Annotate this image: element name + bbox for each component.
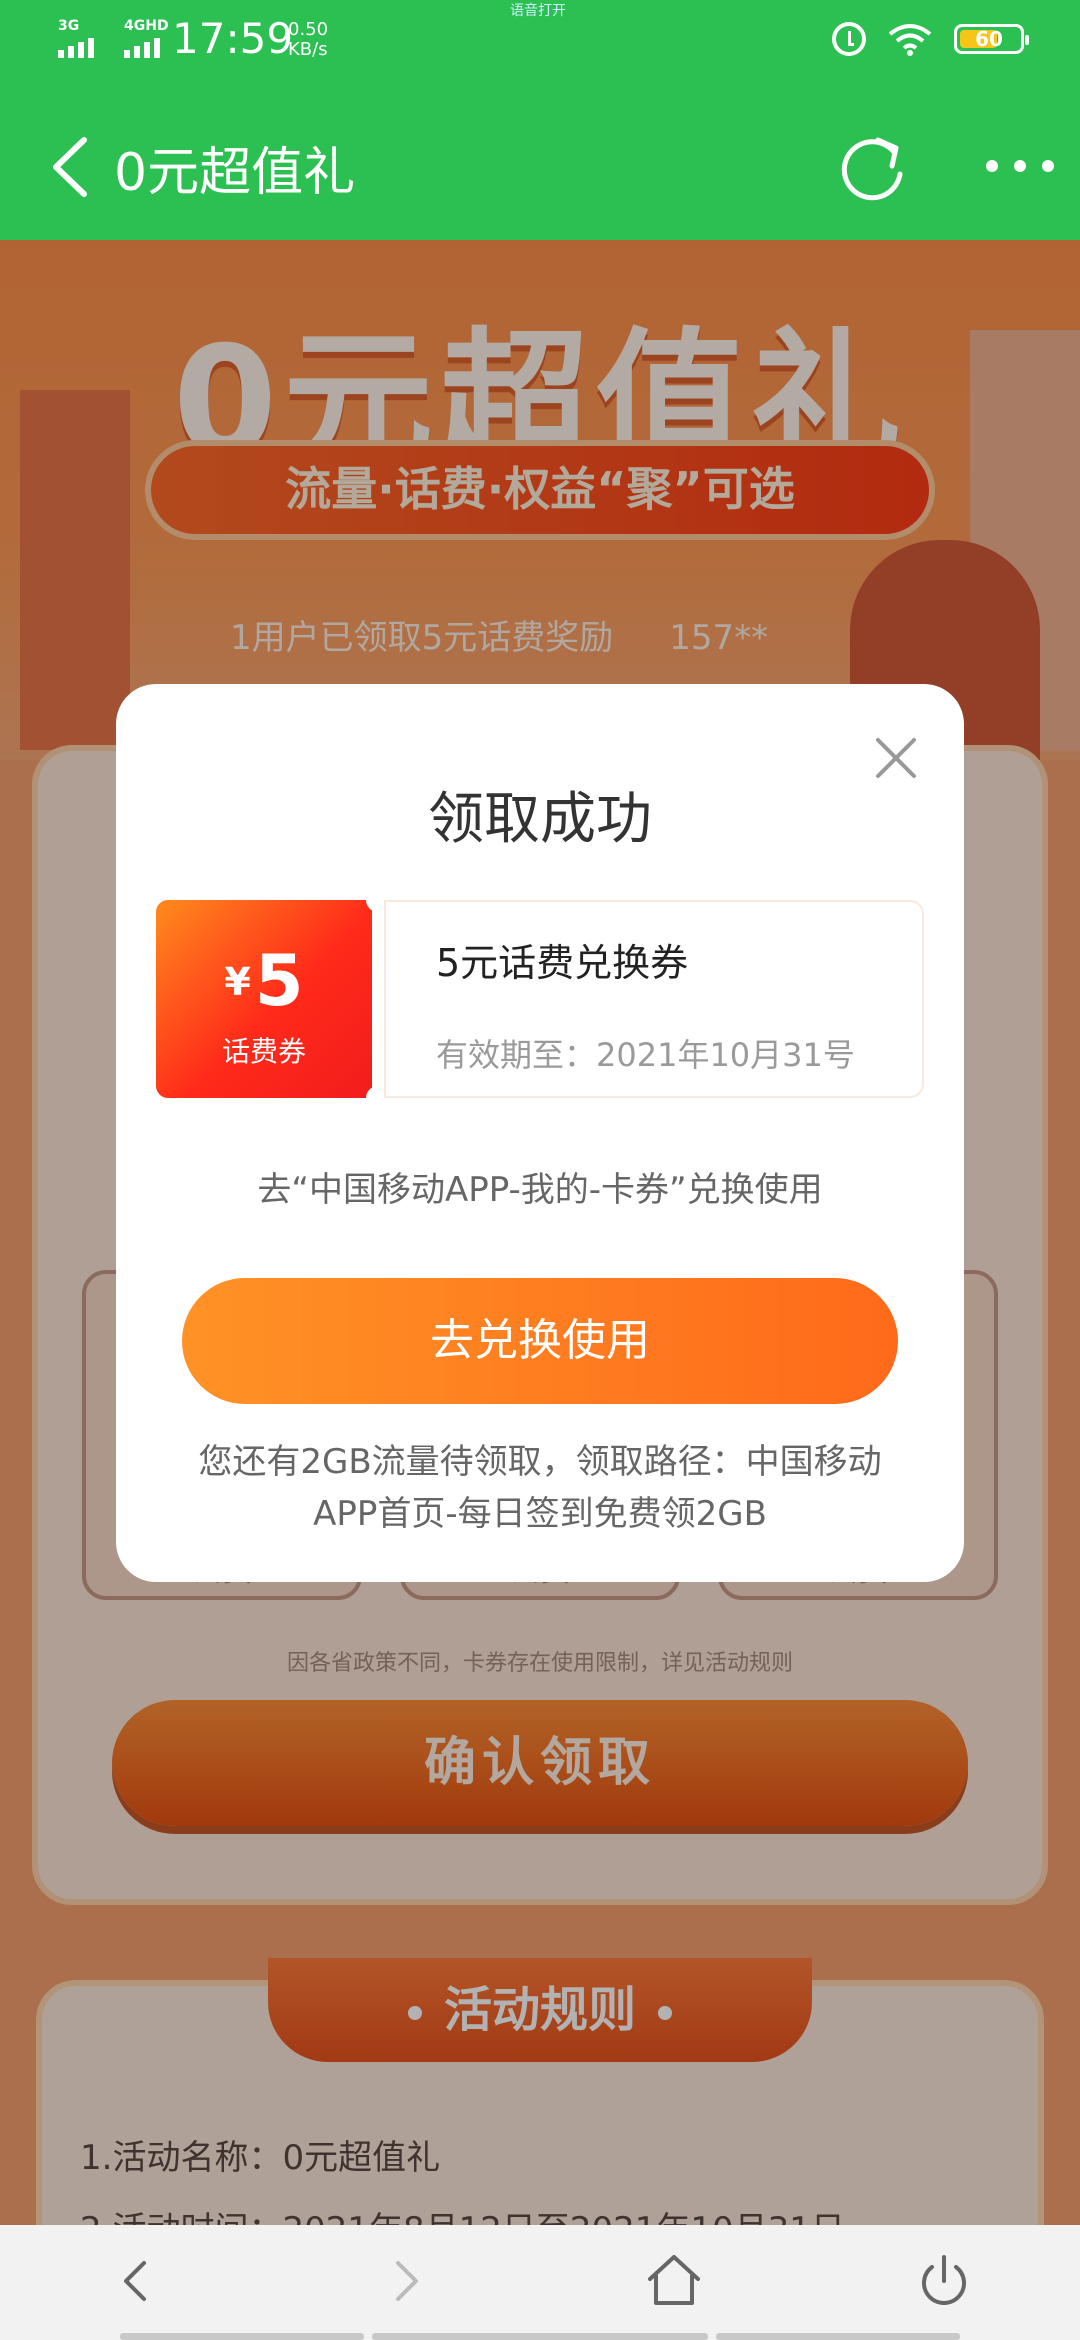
status-center-note: 语音打开	[510, 3, 566, 19]
coupon-amount: ¥5	[156, 940, 372, 1022]
nav-indicator	[716, 2333, 960, 2340]
battery-icon: 60	[954, 24, 1029, 54]
redeem-hint: 去“中国移动APP-我的-卡券”兑换使用	[257, 1170, 823, 1210]
page-title: 0元超值礼	[114, 143, 356, 203]
nav-back-icon[interactable]	[104, 2249, 168, 2313]
refresh-icon[interactable]	[836, 130, 910, 204]
back-arrow-icon[interactable]	[40, 132, 110, 202]
coupon-name: 5元话费兑换券	[436, 941, 689, 985]
redeem-button[interactable]: 去兑换使用	[182, 1278, 898, 1404]
nav-indicator	[120, 2333, 364, 2340]
signal-indicators: 3G 4GHD	[58, 18, 172, 58]
system-nav-bar	[0, 2225, 1080, 2340]
battery-level: 60	[975, 27, 1003, 51]
alarm-icon	[832, 22, 866, 56]
network-4g-label: 4GHD	[124, 18, 169, 34]
signal-4g-icon: 4GHD	[124, 18, 172, 58]
coupon-card: ¥5 话费券 5元话费兑换券 有效期至：2021年10月31号	[156, 888, 924, 1110]
nav-power-icon[interactable]	[912, 2249, 976, 2313]
nav-forward-icon[interactable]	[374, 2249, 438, 2313]
coupon-value-panel: ¥5 话费券	[156, 900, 372, 1098]
speed-unit: KB/s	[288, 39, 328, 60]
status-bar: 3G 4GHD 17:59 0.50 KB/s 语音打开 60	[0, 0, 1080, 80]
title-bar: 0元超值礼	[0, 80, 1080, 240]
success-dialog: 领取成功 ¥5 话费券 5元话费兑换券 有效期至：2021年10月31号 去“中…	[116, 684, 964, 1582]
coupon-kind: 话费券	[221, 1035, 306, 1068]
clock: 17:59	[172, 14, 294, 63]
network-speed: 0.50 KB/s	[288, 20, 328, 60]
coupon-validity: 有效期至：2021年10月31号	[436, 1036, 855, 1074]
coupon-info-panel: 5元话费兑换券 有效期至：2021年10月31号	[384, 900, 924, 1098]
currency-symbol: ¥	[224, 960, 251, 1004]
dialog-title: 领取成功	[428, 787, 652, 852]
status-right-icons: 60	[832, 22, 1029, 56]
nav-home-icon[interactable]	[642, 2249, 706, 2313]
extra-data-info: 您还有2GB流量待领取，领取路径：中国移动APP首页-每日签到免费领2GB	[198, 1442, 882, 1534]
network-3g-label: 3G	[58, 18, 80, 34]
speed-value: 0.50	[288, 19, 329, 40]
nav-indicator	[372, 2333, 708, 2340]
signal-3g-icon: 3G	[58, 18, 106, 58]
wifi-icon	[888, 24, 932, 56]
more-icon[interactable]	[986, 160, 1054, 172]
coupon-amount-value: 5	[254, 940, 304, 1022]
